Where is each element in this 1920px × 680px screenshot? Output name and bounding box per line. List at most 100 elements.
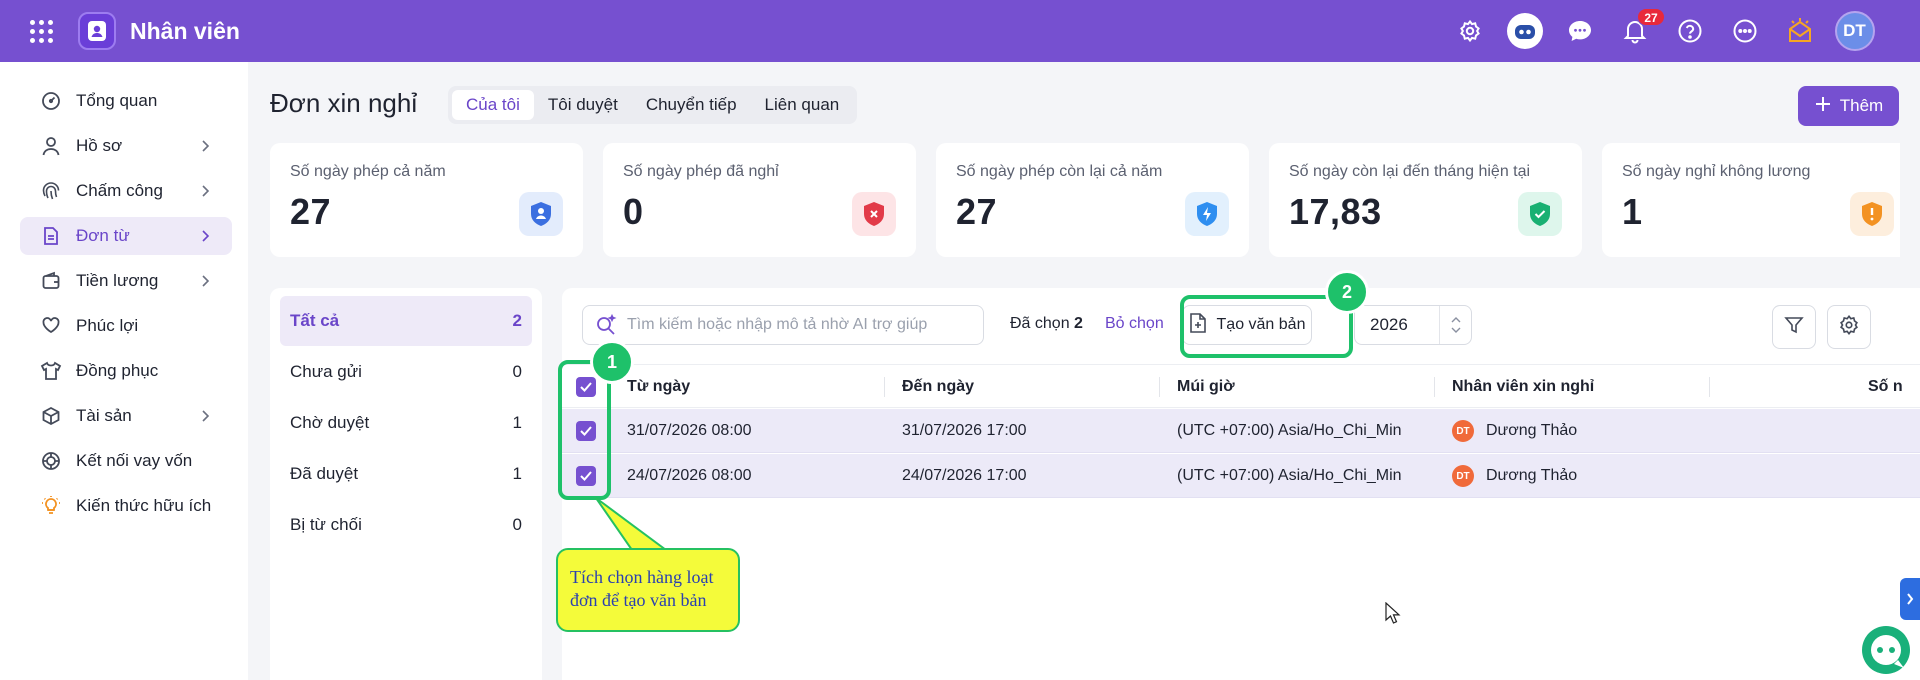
year-spinner[interactable] xyxy=(1439,306,1471,344)
gear-icon xyxy=(1838,314,1860,341)
sidebar-item-overview[interactable]: Tổng quan xyxy=(20,82,232,120)
stat-label: Số ngày phép cả năm xyxy=(290,163,446,180)
column-header[interactable]: Nhân viên xin nghỉ xyxy=(1452,365,1594,409)
filter-label: Bị từ chối xyxy=(290,515,362,534)
sidebar-item-label: Hồ sơ xyxy=(76,136,123,155)
chevron-right-icon xyxy=(1907,593,1914,605)
filter-label: Chờ duyệt xyxy=(290,413,370,432)
ai-search-icon xyxy=(595,314,617,336)
plus-icon xyxy=(1814,95,1832,118)
employee-name: Dương Thảo xyxy=(1486,422,1578,439)
column-header[interactable]: Múi giờ xyxy=(1177,365,1235,409)
filter-all[interactable]: Tất cả 2 xyxy=(280,296,532,346)
stat-label: Số ngày phép còn lại cả năm xyxy=(956,163,1163,180)
employee-name: Dương Thảo xyxy=(1486,467,1578,484)
tab-forwarded[interactable]: Chuyển tiếp xyxy=(632,90,751,120)
support-chat-button[interactable] xyxy=(1852,620,1920,680)
filter-button[interactable] xyxy=(1772,305,1816,349)
sidebar-item-attendance[interactable]: Chấm công xyxy=(20,172,232,210)
settings-icon[interactable] xyxy=(1442,0,1497,62)
chevron-right-icon xyxy=(200,138,210,158)
announcement-icon[interactable] xyxy=(1772,0,1827,62)
row-checkbox[interactable] xyxy=(576,421,596,441)
cell-employee: DT Dương Thảo xyxy=(1452,409,1577,453)
filter-label: Tất cả xyxy=(290,311,340,330)
column-header[interactable]: Đến ngày xyxy=(902,365,974,409)
create-document-button[interactable]: Tạo văn bản xyxy=(1182,305,1312,345)
sidebar: Tổng quan Hồ sơ Chấm công Đơn từ Tiền lư… xyxy=(0,62,248,680)
ai-robot-icon[interactable] xyxy=(1497,0,1552,62)
more-icon[interactable] xyxy=(1717,0,1772,62)
filter-count: 1 xyxy=(512,413,522,432)
sidebar-item-knowledge[interactable]: Kiến thức hữu ích xyxy=(20,487,232,525)
search-input[interactable]: Tìm kiếm hoặc nhập mô tả nhờ AI trợ giúp xyxy=(582,305,984,345)
column-header[interactable]: Từ ngày xyxy=(627,365,690,409)
chat-icon[interactable] xyxy=(1552,0,1607,62)
sidebar-item-assets[interactable]: Tài sản xyxy=(20,397,232,435)
callout-line: Tích chọn hàng loạt xyxy=(570,567,714,587)
sidebar-item-label: Chấm công xyxy=(76,181,163,200)
sidebar-item-label: Kiến thức hữu ích xyxy=(76,496,212,515)
top-bar: Nhân viên 27 DT xyxy=(0,0,1920,62)
year-value: 2026 xyxy=(1370,315,1408,334)
deselect-button[interactable]: Bỏ chọn xyxy=(1105,315,1164,333)
sidebar-item-loan[interactable]: Kết nối vay vốn xyxy=(20,442,232,480)
bell-icon[interactable]: 27 xyxy=(1607,0,1665,62)
filter-count: 2 xyxy=(512,311,522,330)
sidebar-item-profile[interactable]: Hồ sơ xyxy=(20,127,232,165)
stat-card-remaining-to-month: Số ngày còn lại đến tháng hiện tại 17,83 xyxy=(1269,143,1582,257)
step-marker-1: 1 xyxy=(590,340,634,384)
app-title: Nhân viên xyxy=(130,17,240,44)
cell-to: 24/07/2026 17:00 xyxy=(902,467,1027,484)
dashboard-icon xyxy=(40,90,62,112)
filter-not-sent[interactable]: Chưa gửi 0 xyxy=(280,347,532,397)
chevron-right-icon xyxy=(200,408,210,428)
chevron-right-icon xyxy=(200,228,210,248)
wallet-icon xyxy=(40,270,62,292)
stat-card-unpaid-leave: Số ngày nghỉ không lương 1 xyxy=(1602,143,1900,257)
filter-label: Đã duyệt xyxy=(290,464,359,483)
stat-card-leave-taken: Số ngày phép đã nghỉ 0 xyxy=(603,143,916,257)
table-settings-button[interactable] xyxy=(1827,305,1871,349)
row-checkbox[interactable] xyxy=(576,466,596,486)
fingerprint-icon xyxy=(40,180,62,202)
chevron-right-icon xyxy=(200,183,210,203)
tab-to-approve[interactable]: Tôi duyệt xyxy=(534,90,632,120)
help-icon[interactable] xyxy=(1662,0,1717,62)
tab-related[interactable]: Liên quan xyxy=(751,90,854,120)
filter-approved[interactable]: Đã duyệt 1 xyxy=(280,449,532,499)
sidebar-item-forms[interactable]: Đơn từ xyxy=(20,217,232,255)
cell-from: 31/07/2026 08:00 xyxy=(627,422,752,439)
filter-rejected[interactable]: Bị từ chối 0 xyxy=(280,500,532,550)
lightbulb-icon xyxy=(40,495,62,517)
sidebar-item-label: Kết nối vay vốn xyxy=(76,451,193,470)
add-button[interactable]: Thêm xyxy=(1798,86,1899,126)
cell-timezone: (UTC +07:00) Asia/Ho_Chi_Min xyxy=(1177,422,1402,439)
select-all-checkbox[interactable] xyxy=(576,377,596,397)
box-icon xyxy=(40,405,62,427)
callout-line: đơn để tạo văn bản xyxy=(570,590,707,610)
callout-pointer xyxy=(595,497,670,551)
check-shield-icon xyxy=(1518,192,1562,236)
user-avatar[interactable]: DT xyxy=(1827,0,1882,62)
status-filter-panel: Tất cả 2 Chưa gửi 0 Chờ duyệt 1 Đã duyệt… xyxy=(270,288,542,680)
sidebar-item-uniform[interactable]: Đồng phục xyxy=(20,352,232,390)
year-stepper[interactable]: 2026 xyxy=(1354,305,1472,345)
filter-count: 0 xyxy=(512,362,522,381)
table-header: Từ ngày Đến ngày Múi giờ Nhân viên xin n… xyxy=(562,364,1920,408)
app-grid-icon[interactable] xyxy=(28,18,54,44)
sidebar-item-benefits[interactable]: Phúc lợi xyxy=(20,307,232,345)
side-expand-tab[interactable] xyxy=(1900,578,1920,620)
stat-card-annual-leave: Số ngày phép cả năm 27 xyxy=(270,143,583,257)
column-header[interactable]: Số n xyxy=(1868,365,1903,409)
sidebar-item-salary[interactable]: Tiền lương xyxy=(20,262,232,300)
tab-mine[interactable]: Của tôi xyxy=(452,90,534,120)
filter-pending[interactable]: Chờ duyệt 1 xyxy=(280,398,532,448)
app-logo xyxy=(78,12,116,50)
cell-to: 31/07/2026 17:00 xyxy=(902,422,1027,439)
table-row[interactable]: 31/07/2026 08:00 31/07/2026 17:00 (UTC +… xyxy=(562,409,1920,453)
file-plus-icon xyxy=(1189,312,1207,338)
avatar: DT xyxy=(1452,465,1474,487)
top-icons: 27 DT xyxy=(1442,0,1882,62)
table-row[interactable]: 24/07/2026 08:00 24/07/2026 17:00 (UTC +… xyxy=(562,454,1920,498)
